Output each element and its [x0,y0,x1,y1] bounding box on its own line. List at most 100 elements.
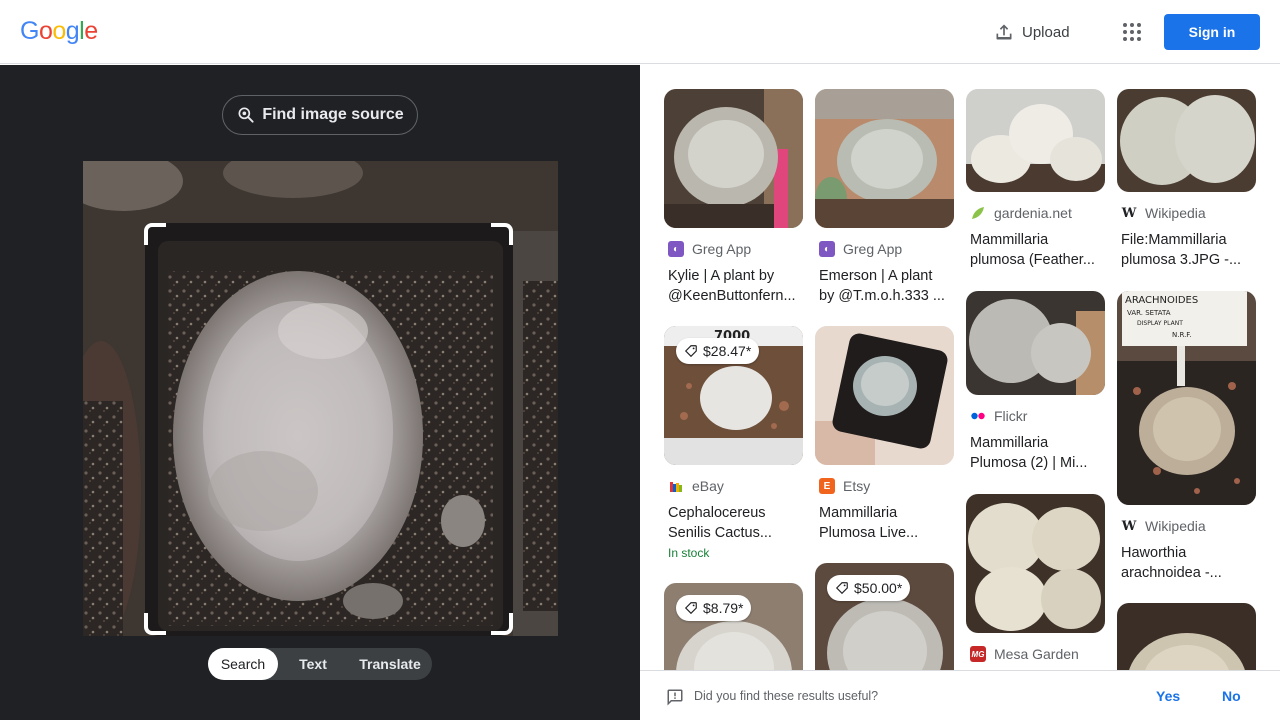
result-title[interactable]: Mammillaria Plumosa Live... [815,503,954,543]
result-source: W Wikipedia [1117,517,1256,535]
title-line: Senilis Cactus... [668,525,772,541]
feedback-no-button[interactable]: No [1222,688,1241,704]
greg-app-favicon-icon: ◐ [819,241,835,257]
title-line: by @T.m.o.h.333 ... [819,288,945,304]
logo-letter: G [20,17,39,45]
result-thumbnail[interactable] [966,89,1105,192]
ebay-favicon-icon [668,478,684,494]
logo-letter: g [65,17,80,45]
lens-search-icon [238,107,254,123]
source-name: Mesa Garden [994,646,1079,662]
wikipedia-favicon-icon: W [1121,518,1137,534]
result-card[interactable]: 7000 $28.47* eBay Cephalocereus Senilis … [664,326,803,560]
logo-letter: e [84,17,98,45]
title-line: Haworthia [1121,545,1187,561]
etsy-favicon-icon: E [819,478,835,494]
result-source: gardenia.net [966,204,1105,222]
tab-translate[interactable]: Translate [348,648,432,680]
result-card[interactable]: Flickr Mammillaria Plumosa (2) | Mi... [966,291,1105,473]
feedback-yes-button[interactable]: Yes [1156,688,1180,704]
source-name: Etsy [843,478,871,494]
crop-handle-top-left[interactable] [144,223,166,245]
upload-button[interactable]: Upload [984,14,1074,50]
title-line: plumosa (Feather... [970,252,1095,268]
title-line: Cephalocereus [668,505,766,521]
result-title[interactable]: Mammillaria Plumosa (2) | Mi... [966,433,1105,473]
price-badge: $8.79* [676,595,752,621]
result-thumbnail[interactable] [815,326,954,465]
result-source: ◐ Greg App [815,240,954,258]
result-thumbnail[interactable] [1117,89,1256,192]
find-image-source-button[interactable]: Find image source [222,95,418,135]
result-title[interactable]: Mammillaria plumosa (Feather... [966,230,1105,270]
price-badge: $50.00* [827,575,911,601]
price-tag-icon [684,602,697,615]
source-name: gardenia.net [994,205,1072,221]
source-name: Flickr [994,408,1028,424]
lens-mode-tabs: Search Text Translate [208,648,432,680]
price-badge: $28.47* [676,338,760,364]
source-name: eBay [692,478,724,494]
result-thumbnail[interactable] [966,291,1105,395]
feedback-bar: Did you find these results useful? Yes N… [640,670,1280,720]
result-thumbnail[interactable]: ARACHNOIDES VAR. SETATA DISPLAY PLANT N.R.F… [1117,291,1256,505]
visual-matches-grid: ◐ Greg App Kylie | A plant by @KeenButto… [640,65,1280,720]
title-line: Mammillaria [970,232,1049,248]
result-title[interactable]: Emerson | A plant by @T.m.o.h.333 ... [815,266,954,306]
title-line: Plumosa Live... [819,525,919,541]
result-thumbnail[interactable] [664,89,803,228]
result-card[interactable]: gardenia.net Mammillaria plumosa (Feathe… [966,89,1105,270]
top-bar: Google Upload Sign in [0,0,1280,64]
sign-in-button[interactable]: Sign in [1164,14,1260,50]
price-text: $8.79* [703,600,744,616]
google-logo[interactable]: Google [20,17,98,46]
upload-label: Upload [1022,23,1070,41]
result-card[interactable]: ◐ Greg App Kylie | A plant by @KeenButto… [664,89,803,306]
thumb-label: DISPLAY PLANT [1137,320,1183,327]
source-name: Wikipedia [1145,518,1206,534]
result-card[interactable]: ◐ Greg App Emerson | A plant by @T.m.o.h… [815,89,954,306]
mesa-garden-favicon-icon: MG [970,646,986,662]
title-line: Plumosa (2) | Mi... [970,455,1088,471]
result-source: MG Mesa Garden [966,645,1105,663]
crop-handle-bottom-right[interactable] [491,613,513,635]
source-name: Greg App [692,241,752,257]
logo-letter: o [52,17,66,45]
result-thumbnail[interactable] [815,89,954,228]
title-line: Kylie | A plant by [668,268,775,284]
result-source: ◐ Greg App [664,240,803,258]
tab-text[interactable]: Text [278,648,348,680]
result-card[interactable]: W Wikipedia File:Mammillaria plumosa 3.J… [1117,89,1256,270]
price-tag-icon [835,582,848,595]
feedback-icon [667,689,683,706]
title-line: File:Mammillaria [1121,232,1227,248]
result-title[interactable]: File:Mammillaria plumosa 3.JPG -... [1117,230,1256,270]
price-text: $28.47* [703,343,752,359]
title-line: @KeenButtonfern... [668,288,796,304]
crop-handle-bottom-left[interactable] [144,613,166,635]
result-title[interactable]: Kylie | A plant by @KeenButtonfern... [664,266,803,306]
result-thumbnail[interactable] [966,494,1105,633]
result-source: Flickr [966,407,1105,425]
thumb-label: ARACHNOIDES [1125,295,1198,306]
flickr-favicon-icon [970,408,986,424]
apps-grid-icon[interactable] [1116,16,1148,48]
result-card[interactable]: ARACHNOIDES VAR. SETATA DISPLAY PLANT N.R.F… [1117,291,1256,583]
result-source: W Wikipedia [1117,204,1256,222]
crop-handle-top-right[interactable] [491,223,513,245]
result-card[interactable]: MG Mesa Garden [966,494,1105,663]
thumb-label: VAR. SETATA [1127,309,1171,317]
title-line: Mammillaria [819,505,898,521]
lens-source-panel: Find image source Search Text Translate [0,65,640,720]
logo-letter: o [38,17,53,45]
tab-search[interactable]: Search [208,648,278,680]
result-title[interactable]: Haworthia arachnoidea -... [1117,543,1256,583]
result-card[interactable]: E Etsy Mammillaria Plumosa Live... [815,326,954,543]
title-line: Mammillaria [970,435,1049,451]
result-title[interactable]: Cephalocereus Senilis Cactus... [664,503,803,543]
result-source: E Etsy [815,477,954,495]
in-stock-label: In stock [668,546,710,560]
gardenia-favicon-icon [970,205,986,221]
result-thumbnail[interactable]: 7000 $28.47* [664,326,803,465]
price-text: $50.00* [854,580,903,596]
